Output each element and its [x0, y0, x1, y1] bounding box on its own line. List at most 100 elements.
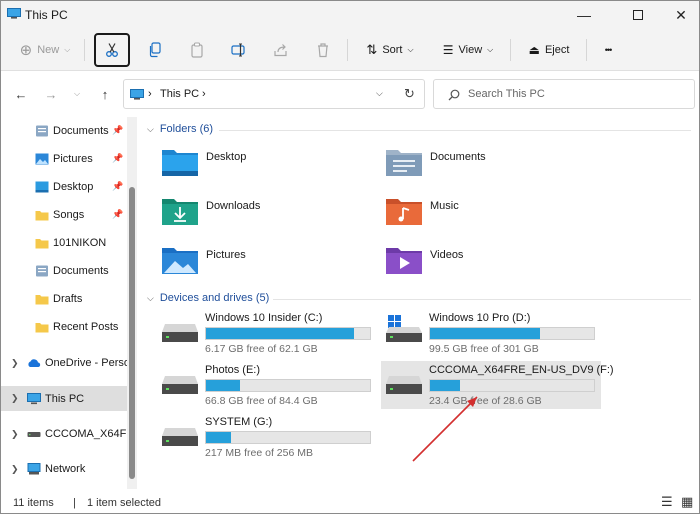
recent-locations-button[interactable]: ⌵: [67, 84, 87, 104]
drive-c[interactable]: Windows 10 Insider (C:) 6.17 GB free of …: [157, 309, 377, 357]
nav-item-label: Recent Posts: [53, 321, 119, 333]
breadcrumb-this-pc[interactable]: This PC: [160, 88, 199, 100]
drive-e[interactable]: Photos (E:) 66.8 GB free of 84.4 GB: [157, 361, 377, 409]
drive-usage-bar: [205, 327, 371, 340]
address-dropdown-icon[interactable]: ⌵: [376, 88, 383, 99]
breadcrumb-separator-icon[interactable]: ›: [148, 88, 152, 100]
tiles-view-button[interactable]: ▦: [681, 494, 693, 510]
search-icon: [448, 89, 460, 101]
content-pane: ⌵ Folders (6) Desktop Documents Download…: [137, 117, 699, 489]
chevron-right-icon[interactable]: ❯: [11, 393, 19, 404]
onedrive-icon: [28, 359, 41, 367]
rename-button[interactable]: [225, 34, 253, 66]
new-button[interactable]: ⊕ New ⌵: [13, 34, 77, 66]
nav-item-label: Documents: [53, 265, 109, 277]
group-divider: [219, 130, 691, 131]
pictures-icon: [35, 153, 49, 165]
group-divider: [273, 299, 691, 300]
maximize-icon: [633, 10, 643, 20]
nav-item-onedrive[interactable]: ❯ OneDrive - Perso: [1, 351, 127, 375]
paste-icon: [191, 42, 203, 58]
nav-item-this-pc[interactable]: ❯ This PC: [1, 386, 127, 411]
drive-usage-fill: [430, 328, 540, 339]
folder-pictures[interactable]: Pictures: [161, 245, 361, 285]
nav-item-recent-posts[interactable]: Recent Posts: [1, 315, 127, 339]
minimize-button[interactable]: —: [561, 1, 607, 29]
sort-button-label: Sort: [382, 44, 403, 56]
more-options-button[interactable]: •••: [594, 34, 622, 66]
view-list-icon: ☰: [442, 43, 454, 57]
nav-item-label: Documents: [53, 125, 109, 137]
search-placeholder: Search This PC: [468, 88, 545, 100]
chevron-right-icon[interactable]: ❯: [11, 358, 19, 369]
address-row: ← → ⌵ ↑ › This PC › ⌵ ↻ Search This PC: [1, 71, 699, 117]
nav-item-label: OneDrive - Perso: [45, 357, 127, 369]
toolbar-divider: [84, 39, 85, 61]
eject-button-label: Eject: [544, 44, 570, 56]
folder-label: Pictures: [206, 249, 246, 261]
command-bar: ⊕ New ⌵ ⇅ Sort ⌵ ☰ View ⌵ ⏏ Eject •••: [1, 29, 699, 71]
details-view-button[interactable]: ☰: [661, 494, 673, 510]
status-item-count: 11 items: [13, 497, 54, 509]
drive-g[interactable]: SYSTEM (G:) 217 MB free of 256 MB: [157, 413, 377, 461]
share-button[interactable]: [267, 34, 295, 66]
paste-button[interactable]: [183, 34, 211, 66]
this-pc-icon: [27, 392, 41, 404]
nav-item-documents-2[interactable]: Documents: [1, 259, 127, 283]
arrow-left-icon: ←: [14, 86, 28, 102]
drive-free-space: 217 MB free of 256 MB: [205, 447, 313, 459]
nav-item-network[interactable]: ❯ Network: [1, 457, 127, 481]
folder-desktop[interactable]: Desktop: [161, 147, 361, 187]
address-bar[interactable]: › This PC › ⌵ ↻: [123, 79, 425, 109]
pictures-folder-icon: [162, 248, 198, 274]
chevron-right-icon[interactable]: ❯: [11, 464, 19, 475]
up-button[interactable]: ↑: [95, 84, 115, 104]
drive-name: Windows 10 Insider (C:): [205, 312, 323, 324]
forward-button[interactable]: →: [41, 84, 61, 104]
drive-free-space: 99.5 GB free of 301 GB: [429, 343, 539, 355]
rename-icon: [231, 43, 245, 57]
drives-group-header[interactable]: ⌵ Devices and drives (5): [147, 292, 269, 304]
sort-icon: ⇅: [366, 42, 378, 57]
hard-drive-icon: [162, 376, 198, 394]
nav-item-usb-drive[interactable]: ❯ CCCOMA_X64FRE: [1, 422, 127, 446]
nav-item-desktop[interactable]: Desktop 📌: [1, 175, 127, 199]
maximize-button[interactable]: [615, 1, 661, 29]
toolbar-divider: [586, 39, 587, 61]
this-pc-icon: [130, 89, 144, 100]
copy-button[interactable]: [141, 34, 169, 66]
sort-button[interactable]: ⇅ Sort ⌵: [357, 34, 423, 66]
breadcrumb-separator-icon[interactable]: ›: [202, 88, 206, 100]
view-button[interactable]: ☰ View ⌵: [433, 34, 503, 66]
nav-item-101nikon[interactable]: 101NIKON: [1, 231, 127, 255]
nav-scrollbar-thumb[interactable]: [129, 187, 135, 479]
status-separator: |: [73, 497, 76, 509]
search-box[interactable]: Search This PC: [433, 79, 695, 109]
cut-button[interactable]: [94, 33, 130, 67]
nav-item-drafts[interactable]: Drafts: [1, 287, 127, 311]
folder-downloads[interactable]: Downloads: [161, 196, 361, 236]
nav-item-label: Drafts: [53, 293, 83, 305]
folder-videos[interactable]: Videos: [385, 245, 585, 285]
more-options-icon: •••: [604, 45, 613, 55]
refresh-icon[interactable]: ↻: [404, 86, 415, 102]
nav-item-label: Pictures: [53, 153, 93, 165]
folders-group-header[interactable]: ⌵ Folders (6): [147, 123, 213, 135]
navigation-pane: Documents 📌 Pictures 📌 Desktop 📌 Songs 📌…: [1, 117, 137, 489]
delete-button[interactable]: [309, 34, 337, 66]
copy-icon: [149, 42, 161, 58]
status-selection: 1 item selected: [87, 497, 161, 509]
folder-icon: [35, 239, 49, 249]
nav-item-songs[interactable]: Songs 📌: [1, 203, 127, 227]
nav-item-label: This PC: [45, 392, 85, 405]
nav-item-documents[interactable]: Documents 📌: [1, 119, 127, 143]
folder-documents[interactable]: Documents: [385, 147, 585, 187]
drive-d[interactable]: Windows 10 Pro (D:) 99.5 GB free of 301 …: [381, 309, 601, 357]
back-button[interactable]: ←: [11, 84, 31, 104]
close-button[interactable]: ✕: [663, 1, 699, 29]
folder-music[interactable]: Music: [385, 196, 585, 236]
scissors-icon: [106, 43, 118, 57]
chevron-right-icon[interactable]: ❯: [11, 429, 19, 440]
nav-item-pictures[interactable]: Pictures 📌: [1, 147, 127, 171]
eject-button[interactable]: ⏏ Eject: [519, 34, 579, 66]
